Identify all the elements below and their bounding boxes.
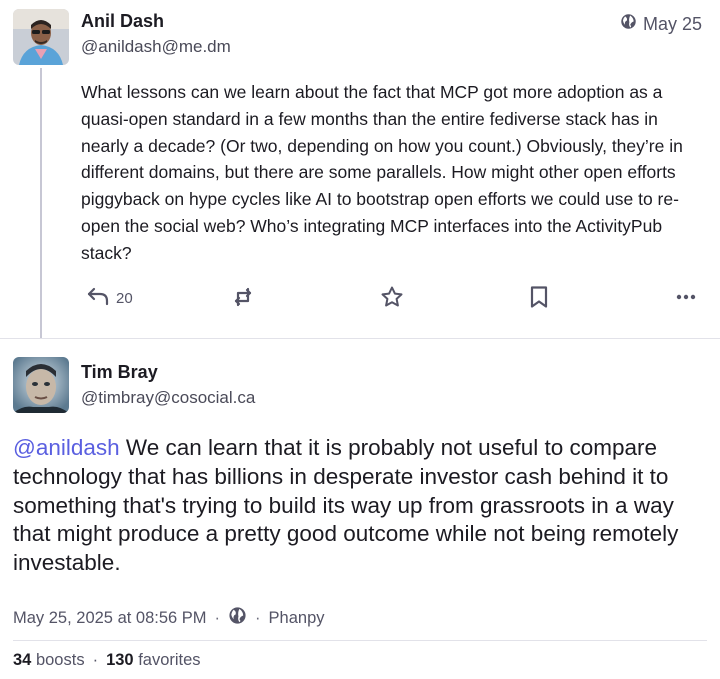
reply-author-name[interactable]: Tim Bray (81, 362, 158, 383)
boosts-stat[interactable]: 34 boosts (13, 651, 85, 670)
post-date[interactable]: May 25 (620, 13, 702, 35)
reply-stats: 34 boosts · 130 favorites (13, 651, 201, 670)
globe-icon (228, 606, 247, 630)
reply-meta: May 25, 2025 at 08:56 PM · · Phanpy (13, 606, 325, 630)
author-handle[interactable]: @anildash@me.dm (81, 37, 231, 57)
post-date-text: May 25 (642, 13, 702, 34)
client-name: Phanpy (268, 608, 325, 627)
globe-icon (620, 13, 637, 35)
stats-separator: · (92, 651, 99, 669)
mention-link[interactable]: @anildash (13, 435, 120, 460)
favorites-stat[interactable]: 130 favorites (106, 651, 200, 670)
more-icon (675, 285, 697, 313)
parent-post: Anil Dash @anildash@me.dm May 25 What le… (0, 0, 720, 338)
more-options-button[interactable] (675, 285, 697, 313)
avatar-anil-dash[interactable] (13, 9, 69, 65)
boost-button[interactable] (231, 285, 255, 313)
author-name[interactable]: Anil Dash (81, 11, 164, 32)
reply-content: @anildash We can learn that it is probab… (13, 434, 713, 578)
meta-separator: · (214, 608, 221, 627)
post-actions: 20 (0, 283, 720, 313)
favorite-button[interactable] (380, 285, 404, 313)
bookmark-icon (528, 285, 550, 313)
post-content: What lessons can we learn about the fact… (81, 82, 683, 263)
favorites-label: favorites (138, 651, 201, 669)
boost-icon (231, 285, 255, 313)
reply-timestamp[interactable]: May 25, 2025 at 08:56 PM (13, 609, 207, 628)
reply-icon (86, 285, 110, 311)
boosts-label: boosts (35, 651, 85, 669)
bookmark-button[interactable] (528, 285, 550, 313)
favorites-count: 130 (106, 651, 134, 669)
meta-separator: · (255, 608, 261, 627)
stats-divider (13, 640, 707, 641)
avatar-tim-bray[interactable] (13, 357, 69, 413)
star-icon (380, 285, 404, 313)
post-divider (0, 338, 720, 339)
reply-count: 20 (116, 289, 133, 307)
reply-button[interactable]: 20 (86, 285, 133, 311)
boosts-count: 34 (13, 651, 32, 669)
reply-author-handle[interactable]: @timbray@cosocial.ca (81, 388, 255, 408)
